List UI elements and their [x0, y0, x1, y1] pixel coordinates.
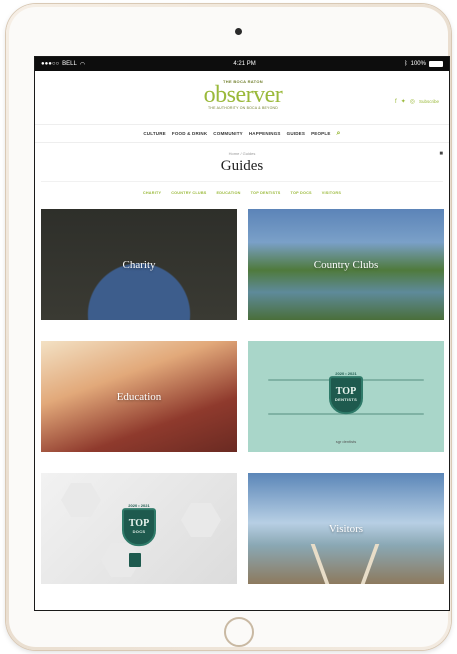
- wifi-icon: ◠: [79, 61, 86, 68]
- twitter-icon[interactable]: ✦: [401, 98, 406, 105]
- home-button[interactable]: [224, 617, 254, 647]
- site-header: THE BOCA RATON observer THE AUTHORITY ON…: [35, 71, 449, 125]
- social-links: f ✦ ◎ Subscribe: [395, 98, 439, 106]
- small-badge-icon: [129, 553, 141, 567]
- filter-top-docs[interactable]: TOP DOCS: [291, 191, 312, 195]
- guide-card-top-dentists[interactable]: 2020 • 2021 TOP DENTISTS sgr dentists: [248, 341, 444, 452]
- badge-sub: DENTISTS: [334, 397, 358, 403]
- filter-charity[interactable]: CHARITY: [143, 191, 161, 195]
- page-header: Home / Guides Guides ■: [35, 143, 449, 181]
- badge-top: TOP: [128, 518, 150, 530]
- nav-item-happenings[interactable]: HAPPENINGS: [249, 131, 281, 136]
- badge-year: 2020 • 2021: [335, 370, 357, 376]
- print-icon[interactable]: ■: [439, 151, 443, 157]
- time-label: 4:21 PM: [233, 61, 256, 67]
- card-title: Visitors: [328, 522, 364, 535]
- status-left: ●●●○○ BELL ◠: [41, 61, 85, 68]
- filter-country-clubs[interactable]: COUNTRY CLUBS: [171, 191, 206, 195]
- subscribe-link[interactable]: Subscribe: [419, 99, 439, 104]
- nav-item-community[interactable]: COMMUNITY: [213, 131, 243, 136]
- search-icon[interactable]: ⌕: [337, 130, 341, 138]
- logo-wordmark: observer: [203, 82, 283, 108]
- page-title: Guides: [220, 158, 264, 174]
- battery-icon: [428, 61, 443, 67]
- screen: ●●●○○ BELL ◠ 4:21 PM ᛒ 100% THE BOCA RAT…: [34, 56, 450, 611]
- instagram-icon[interactable]: ◎: [410, 98, 415, 105]
- status-right: ᛒ 100%: [404, 61, 443, 67]
- filter-visitors[interactable]: VISITORS: [322, 191, 341, 195]
- nav-item-people[interactable]: PEOPLE: [311, 131, 330, 136]
- guide-filters: CHARITY COUNTRY CLUBS EDUCATION TOP DENT…: [41, 181, 443, 203]
- badge-top: TOP: [335, 386, 357, 398]
- main-nav: CULTURE FOOD & DRINK COMMUNITY HAPPENING…: [35, 125, 449, 143]
- status-bar: ●●●○○ BELL ◠ 4:21 PM ᛒ 100%: [35, 57, 449, 71]
- nav-item-food-drink[interactable]: FOOD & DRINK: [172, 131, 207, 136]
- badge-year: 2020 • 2021: [128, 502, 150, 508]
- card-title: Country Clubs: [313, 258, 379, 271]
- sponsor-label: sgr dentists: [335, 439, 357, 444]
- filter-top-dentists[interactable]: TOP DENTISTS: [251, 191, 281, 195]
- nav-item-guides[interactable]: GUIDES: [287, 131, 305, 136]
- hex-pattern: [181, 503, 221, 537]
- nav-item-culture[interactable]: CULTURE: [143, 131, 166, 136]
- card-title: Education: [116, 390, 162, 403]
- guide-card-top-docs[interactable]: 2020 • 2021 TOP DOCS: [41, 473, 237, 584]
- badge-sub: DOCS: [132, 529, 146, 535]
- facebook-icon[interactable]: f: [395, 99, 397, 105]
- signal-icon: ●●●○○: [41, 61, 60, 67]
- boardwalk-rail: [310, 544, 330, 584]
- site-logo[interactable]: THE BOCA RATON observer THE AUTHORITY ON…: [197, 79, 289, 110]
- top-dentists-badge: 2020 • 2021 TOP DENTISTS: [329, 371, 363, 414]
- filter-education[interactable]: EDUCATION: [217, 191, 241, 195]
- guide-card-education[interactable]: Education: [41, 341, 237, 452]
- boardwalk-rail: [360, 544, 380, 584]
- tablet-frame: ●●●○○ BELL ◠ 4:21 PM ᛒ 100% THE BOCA RAT…: [6, 4, 451, 650]
- guide-card-country-clubs[interactable]: Country Clubs: [248, 209, 444, 320]
- guide-card-visitors[interactable]: Visitors: [248, 473, 444, 584]
- guide-card-charity[interactable]: Charity: [41, 209, 237, 320]
- carrier-label: BELL: [62, 61, 77, 67]
- battery-percent: 100%: [410, 61, 426, 67]
- breadcrumb[interactable]: Home / Guides: [35, 143, 449, 156]
- camera-dot: [235, 28, 242, 35]
- hex-pattern: [61, 483, 101, 517]
- logo-tagline: THE AUTHORITY ON BOCA & BEYOND: [208, 106, 278, 110]
- card-title: Charity: [122, 258, 156, 271]
- bluetooth-icon: ᛒ: [404, 61, 408, 67]
- top-docs-badge: 2020 • 2021 TOP DOCS: [122, 503, 156, 546]
